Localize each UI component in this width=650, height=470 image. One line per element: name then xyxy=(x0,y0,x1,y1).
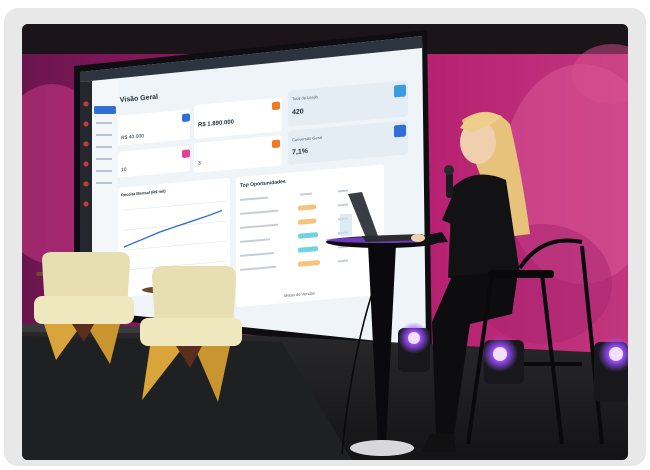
water-glass xyxy=(340,214,352,236)
microphone xyxy=(446,172,453,198)
metric-6-value: 7,1% xyxy=(292,148,309,156)
metric-3-value: 420 xyxy=(292,108,304,116)
metric-icon-5 xyxy=(272,139,280,148)
stage-light-left xyxy=(398,322,430,372)
metric-4-value: 10 xyxy=(121,167,127,173)
metric-5-value: 3 xyxy=(198,160,201,166)
conference-photo: Visão Geral R$ 40.000 R$ 1.890.000 Total… xyxy=(22,24,628,460)
metric-icon-1 xyxy=(182,113,190,122)
metric-icon-4 xyxy=(182,149,190,158)
metric-icon-6 xyxy=(394,124,406,138)
metric-icon-3 xyxy=(394,84,406,98)
stage-light-right xyxy=(594,336,628,402)
stage-light-middle xyxy=(482,336,524,384)
metric-icon-2 xyxy=(272,101,280,110)
